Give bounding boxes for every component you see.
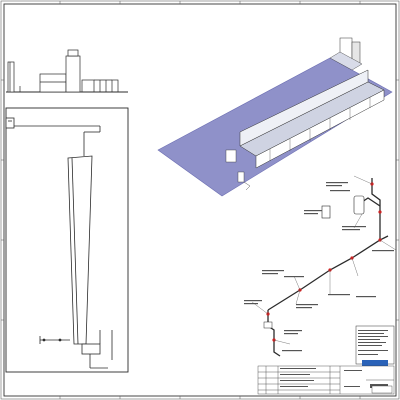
engineering-drawing-sheet bbox=[0, 0, 400, 400]
sheet-number-box bbox=[371, 385, 393, 394]
notes-block bbox=[355, 325, 395, 366]
company-logo bbox=[362, 360, 388, 366]
